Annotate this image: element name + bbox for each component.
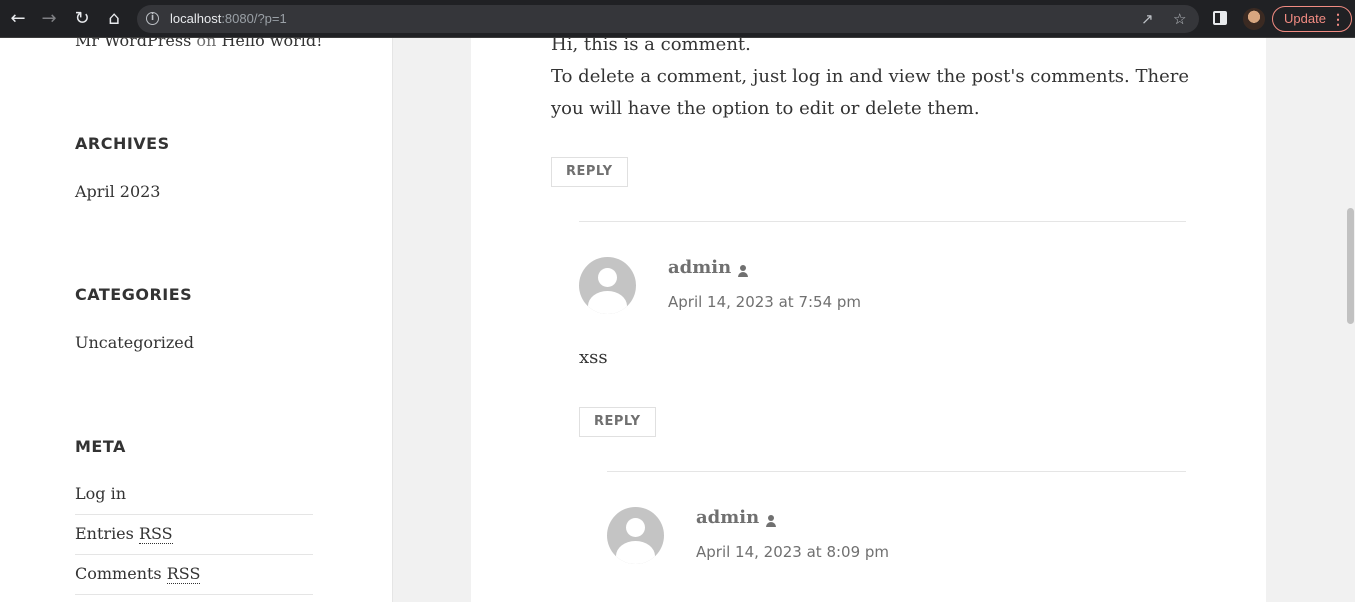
url-text[interactable]: localhost:8080/?p=1 xyxy=(170,10,287,28)
back-arrow-icon[interactable]: ← xyxy=(6,7,30,31)
bookmark-star-icon[interactable]: ☆ xyxy=(1173,9,1186,29)
comment-body: xss xyxy=(579,347,608,368)
comment-author[interactable]: admin xyxy=(668,257,749,278)
admin-avatar xyxy=(579,257,636,314)
category-link-uncategorized[interactable]: Uncategorized xyxy=(75,333,194,352)
profile-avatar[interactable] xyxy=(1243,8,1265,30)
forward-arrow-icon[interactable]: → xyxy=(37,7,61,31)
post-author-icon xyxy=(766,515,777,527)
meta-comments-label: Comments xyxy=(75,564,162,583)
archive-link-april-2023[interactable]: April 2023 xyxy=(75,182,160,201)
side-panel-icon[interactable] xyxy=(1213,11,1227,25)
sidebar: Mr WordPress on Hello world! ARCHIVES Ap… xyxy=(0,31,393,602)
comment-date-link[interactable]: April 14, 2023 at 8:09 pm xyxy=(696,543,889,561)
categories-title: CATEGORIES xyxy=(75,285,193,304)
meta-comments-rss-link[interactable]: Comments RSS xyxy=(75,555,313,595)
reply-button[interactable]: REPLY xyxy=(551,157,628,187)
admin-avatar xyxy=(607,507,664,564)
site-info-icon[interactable]: i xyxy=(146,12,159,25)
reload-icon[interactable]: ↻ xyxy=(70,7,94,31)
meta-entries-label: Entries xyxy=(75,524,134,543)
rss-abbr: RSS xyxy=(166,564,201,584)
url-path: :8080/?p=1 xyxy=(221,11,287,26)
comments-section: Hi, this is a comment. To delete a comme… xyxy=(471,34,1266,602)
comment-author-name: admin xyxy=(668,257,732,278)
archives-title: ARCHIVES xyxy=(75,134,170,153)
meta-list: Log in Entries RSS Comments RSS xyxy=(75,475,313,595)
meta-entries-rss-link[interactable]: Entries RSS xyxy=(75,515,313,555)
browser-toolbar: ← → ↻ ⌂ i localhost:8080/?p=1 ↗ ☆ Update… xyxy=(0,0,1355,38)
post-author-icon xyxy=(738,265,749,277)
comment-divider xyxy=(607,471,1186,472)
top-comment-text: Hi, this is a comment. To delete a comme… xyxy=(551,29,1191,125)
more-menu-icon[interactable]: ⋮ xyxy=(1331,7,1345,31)
update-label: Update xyxy=(1284,11,1326,26)
reply-button[interactable]: REPLY xyxy=(579,407,656,437)
share-icon[interactable]: ↗ xyxy=(1141,9,1154,29)
home-icon[interactable]: ⌂ xyxy=(102,7,126,31)
url-host: localhost xyxy=(170,11,222,26)
rss-abbr: RSS xyxy=(138,524,173,544)
address-bar[interactable]: i localhost:8080/?p=1 ↗ ☆ xyxy=(137,5,1199,33)
comment-divider xyxy=(579,221,1186,222)
update-button[interactable]: Update ⋮ xyxy=(1272,6,1352,32)
comment-author-name: admin xyxy=(696,507,760,528)
top-comment-line2: To delete a comment, just log in and vie… xyxy=(551,66,1189,119)
meta-title: META xyxy=(75,437,126,456)
comment-author[interactable]: admin xyxy=(696,507,777,528)
comment-date-link[interactable]: April 14, 2023 at 7:54 pm xyxy=(668,293,861,311)
page-scrollbar-thumb[interactable] xyxy=(1347,208,1354,324)
meta-login-label: Log in xyxy=(75,484,127,503)
meta-login-link[interactable]: Log in xyxy=(75,475,313,515)
